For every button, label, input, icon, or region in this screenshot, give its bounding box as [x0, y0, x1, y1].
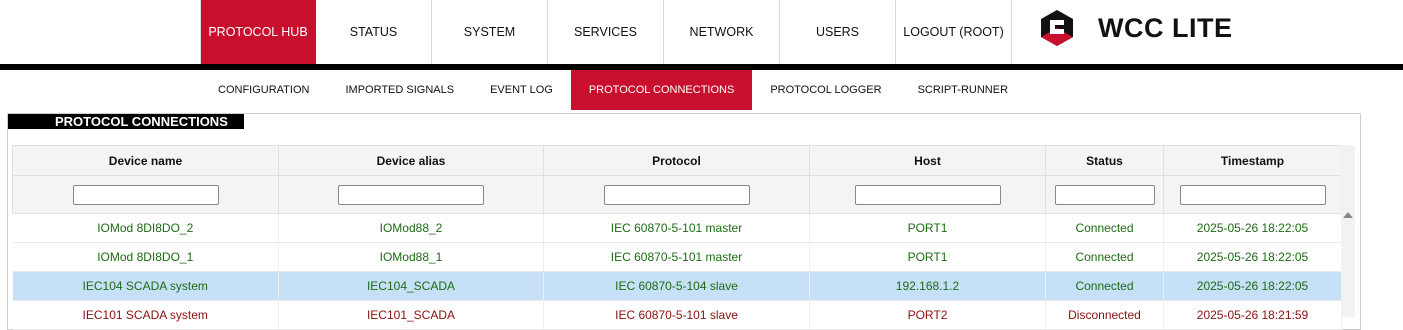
- filter-cell: [278, 175, 544, 214]
- connections-table: Device name Device alias Protocol Host S…: [12, 145, 1342, 330]
- cell-device-name: IOMod 8DI8DO_2: [12, 213, 279, 243]
- filter-protocol-input[interactable]: [603, 184, 750, 205]
- cell-timestamp: 2025-05-26 18:21:59: [1163, 300, 1342, 330]
- cell-status: Connected: [1045, 242, 1164, 272]
- cell-device-name: IEC101 SCADA system: [12, 300, 279, 330]
- cell-protocol: IEC 60870-5-101 master: [543, 242, 810, 272]
- cell-protocol: IEC 60870-5-101 master: [543, 213, 810, 243]
- cell-host: PORT2: [809, 300, 1046, 330]
- nav-network[interactable]: NETWORK: [664, 0, 780, 64]
- table-scrollbar[interactable]: [1341, 145, 1355, 317]
- sub-nav: CONFIGURATION IMPORTED SIGNALS EVENT LOG…: [200, 70, 1026, 110]
- nav-system[interactable]: SYSTEM: [432, 0, 548, 64]
- table-row-selected[interactable]: IEC104 SCADA system IEC104_SCADA IEC 608…: [12, 271, 1342, 301]
- table-row[interactable]: IEC101 SCADA system IEC101_SCADA IEC 608…: [12, 300, 1342, 330]
- filter-status-input[interactable]: [1054, 184, 1155, 205]
- subnav-event-log[interactable]: EVENT LOG: [472, 70, 571, 110]
- cell-status: Connected: [1045, 271, 1164, 301]
- column-header-status[interactable]: Status: [1045, 145, 1164, 176]
- filter-cell: [1163, 175, 1342, 214]
- column-header-device-name[interactable]: Device name: [12, 145, 279, 176]
- filter-cell: [12, 175, 279, 214]
- cell-timestamp: 2025-05-26 18:22:05: [1163, 242, 1342, 272]
- subnav-protocol-logger[interactable]: PROTOCOL LOGGER: [752, 70, 899, 110]
- cell-protocol: IEC 60870-5-101 slave: [543, 300, 810, 330]
- cell-device-alias: IEC104_SCADA: [278, 271, 544, 301]
- filter-cell: [809, 175, 1046, 214]
- cell-status: Disconnected: [1045, 300, 1164, 330]
- top-nav: PROTOCOL HUB STATUS SYSTEM SERVICES NETW…: [200, 0, 1012, 64]
- nav-users[interactable]: USERS: [780, 0, 896, 64]
- subnav-imported-signals[interactable]: IMPORTED SIGNALS: [327, 70, 472, 110]
- cell-device-alias: IOMod88_1: [278, 242, 544, 272]
- cell-protocol: IEC 60870-5-104 slave: [543, 271, 810, 301]
- cell-host: 192.168.1.2: [809, 271, 1046, 301]
- cell-status: Connected: [1045, 213, 1164, 243]
- filter-cell: [1045, 175, 1164, 214]
- cell-host: PORT1: [809, 242, 1046, 272]
- brand-logo: WCC LITE: [1037, 8, 1232, 48]
- cell-device-alias: IEC101_SCADA: [278, 300, 544, 330]
- subnav-script-runner[interactable]: SCRIPT-RUNNER: [900, 70, 1026, 110]
- cell-device-name: IOMod 8DI8DO_1: [12, 242, 279, 272]
- nav-logout[interactable]: LOGOUT (ROOT): [896, 0, 1012, 64]
- filter-device-alias-input[interactable]: [338, 184, 484, 205]
- cell-host: PORT1: [809, 213, 1046, 243]
- wcc-logo-icon: [1041, 10, 1073, 46]
- nav-protocol-hub[interactable]: PROTOCOL HUB: [200, 0, 316, 64]
- cell-device-name: IEC104 SCADA system: [12, 271, 279, 301]
- subnav-protocol-connections[interactable]: PROTOCOL CONNECTIONS: [570, 70, 753, 110]
- cell-timestamp: 2025-05-26 18:22:05: [1163, 213, 1342, 243]
- table-header-row: Device name Device alias Protocol Host S…: [12, 145, 1342, 176]
- table-row[interactable]: IOMod 8DI8DO_1 IOMod88_1 IEC 60870-5-101…: [12, 242, 1342, 272]
- cell-timestamp: 2025-05-26 18:22:05: [1163, 271, 1342, 301]
- nav-status[interactable]: STATUS: [316, 0, 432, 64]
- table-row[interactable]: IOMod 8DI8DO_2 IOMod88_2 IEC 60870-5-101…: [12, 213, 1342, 243]
- column-header-host[interactable]: Host: [809, 145, 1046, 176]
- nav-services[interactable]: SERVICES: [548, 0, 664, 64]
- column-header-timestamp[interactable]: Timestamp: [1163, 145, 1342, 176]
- column-header-device-alias[interactable]: Device alias: [278, 145, 544, 176]
- panel-title: PROTOCOL CONNECTIONS: [8, 114, 244, 129]
- cell-device-alias: IOMod88_2: [278, 213, 544, 243]
- subnav-configuration[interactable]: CONFIGURATION: [200, 70, 327, 110]
- filter-row: [12, 175, 1342, 214]
- filter-host-input[interactable]: [854, 184, 1001, 205]
- column-header-protocol[interactable]: Protocol: [543, 145, 810, 176]
- filter-cell: [543, 175, 810, 214]
- filter-device-name-input[interactable]: [72, 184, 219, 205]
- brand-name: WCC LITE: [1098, 12, 1233, 43]
- scroll-up-arrow-icon[interactable]: [1343, 212, 1353, 218]
- filter-timestamp-input[interactable]: [1179, 184, 1326, 205]
